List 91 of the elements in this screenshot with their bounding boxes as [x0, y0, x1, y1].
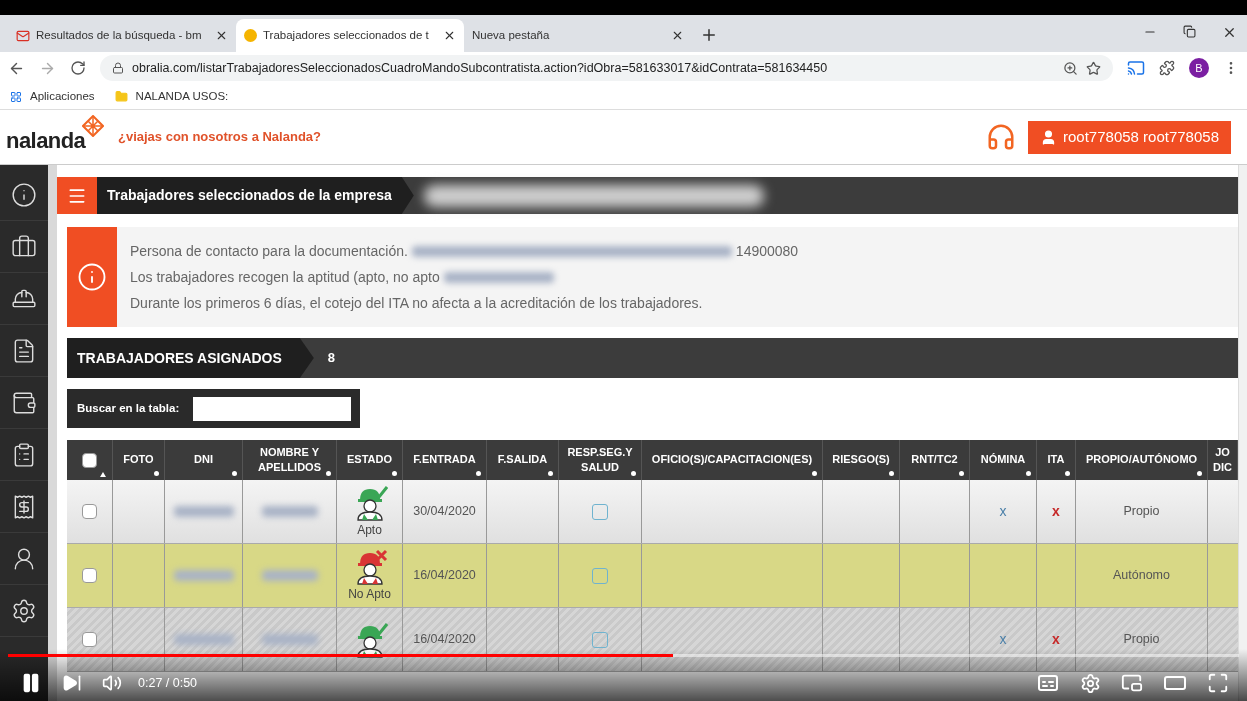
close-icon[interactable] — [215, 29, 228, 42]
entry-date: 16/04/2020 — [413, 631, 476, 649]
sort-icon[interactable] — [1197, 471, 1202, 476]
browser-tab[interactable]: Nueva pestaña — [464, 19, 692, 52]
redacted-text — [261, 570, 318, 581]
ita-mark: x — [1052, 630, 1060, 649]
profile-avatar[interactable]: B — [1189, 58, 1209, 78]
safety-checkbox[interactable] — [592, 631, 608, 648]
logo-text: nalanda — [6, 127, 86, 155]
fullscreen-icon[interactable] — [1207, 672, 1229, 694]
bookmark-star-icon[interactable] — [1086, 60, 1101, 76]
search-label: Buscar en la tabla: — [77, 400, 180, 416]
lock-icon — [112, 62, 124, 74]
sort-icon[interactable] — [959, 471, 964, 476]
page-title: Trabajadores seleccionados de la empresa — [107, 186, 392, 205]
bookmark-item[interactable]: NALANDA USOS: — [114, 87, 229, 106]
payroll-mark: x — [999, 502, 1007, 521]
sort-icon[interactable] — [1065, 471, 1070, 476]
redacted-text — [173, 506, 234, 517]
row-checkbox[interactable] — [82, 568, 97, 583]
extensions-icon[interactable] — [1159, 60, 1175, 76]
reload-icon[interactable] — [70, 60, 86, 76]
table-row[interactable]: Apto 30/04/2020 x x Propio — [67, 480, 1238, 544]
settings-icon[interactable] — [1080, 672, 1101, 694]
row-checkbox[interactable] — [82, 504, 97, 519]
miniplayer-icon[interactable] — [1121, 672, 1143, 694]
site-icon — [244, 29, 257, 42]
entry-date: 30/04/2020 — [413, 503, 476, 521]
apps-icon — [10, 90, 22, 103]
new-tab-icon[interactable] — [700, 26, 718, 44]
browser-tab[interactable]: Resultados de la búsqueda - bm — [8, 19, 236, 52]
scrollbar[interactable] — [1238, 165, 1247, 701]
status-label: No Apto — [348, 585, 391, 603]
redacted-text — [173, 634, 234, 645]
address-bar[interactable]: obralia.com/listarTrabajadoresSeleccionadosCuadroMandoSubcontratista.action?idObra=581633017&idContrata=581634450 — [100, 55, 1113, 81]
sort-icon[interactable] — [232, 471, 237, 476]
row-checkbox[interactable] — [82, 632, 97, 647]
info-text: Los trabajadores recogen la aptitud (apto, no apto — [130, 267, 440, 287]
sort-icon[interactable] — [631, 471, 636, 476]
info-text: Persona de contacto para la documentación. — [130, 241, 408, 261]
redacted-text — [261, 634, 318, 645]
redacted-text — [261, 506, 318, 517]
sort-icon[interactable] — [889, 471, 894, 476]
redacted-text — [173, 570, 234, 581]
info-text: Durante los primeros 6 días, el cotejo del ITA no afecta a la acreditación de los trabajadores. — [130, 293, 703, 313]
headset-icon[interactable] — [986, 122, 1016, 152]
browser-tab[interactable]: Trabajadores seleccionados de t — [236, 19, 464, 52]
info-icon — [77, 262, 107, 292]
sort-icon[interactable] — [326, 471, 331, 476]
mail-icon — [16, 28, 30, 43]
status-label: Apto — [357, 521, 382, 539]
sort-icon[interactable] — [392, 471, 397, 476]
sort-icon[interactable] — [154, 471, 159, 476]
entry-date: 16/04/2020 — [413, 567, 476, 585]
next-icon[interactable] — [62, 673, 82, 693]
sort-icon[interactable] — [100, 472, 106, 477]
volume-icon[interactable] — [102, 673, 122, 693]
user-icon — [1040, 128, 1057, 146]
select-all-checkbox[interactable] — [82, 452, 97, 468]
restore-icon[interactable] — [1183, 25, 1196, 38]
settings-icon[interactable] — [11, 597, 37, 624]
close-icon[interactable] — [671, 29, 684, 42]
video-time: 0:27 / 0:50 — [138, 674, 198, 692]
worker-type: Propio — [1123, 631, 1160, 649]
tagline: ¿viajas con nosotros a Nalanda? — [118, 128, 321, 147]
user-button[interactable]: root778058 root778058 — [1028, 120, 1231, 154]
table-row[interactable]: No Apto 16/04/2020 Autónomo — [67, 544, 1238, 608]
worker-type: Autónomo — [1113, 567, 1170, 585]
safety-checkbox[interactable] — [592, 567, 608, 584]
search-field[interactable] — [193, 396, 352, 421]
info-icon[interactable] — [11, 181, 37, 208]
info-text: 14900080 — [735, 241, 799, 261]
sort-icon[interactable] — [548, 471, 553, 476]
menu-button[interactable] — [57, 177, 97, 214]
zoom-icon[interactable] — [1063, 60, 1078, 76]
section-title: TRABAJADORES ASIGNADOS — [77, 348, 282, 368]
worker-type: Propio — [1123, 503, 1160, 521]
bookmark-item[interactable]: Aplicaciones — [10, 87, 95, 106]
folder-icon — [114, 90, 128, 103]
sort-icon[interactable] — [812, 471, 817, 476]
cast-icon[interactable] — [1127, 59, 1145, 77]
safety-checkbox[interactable] — [592, 503, 608, 520]
table-row[interactable]: 16/04/2020 x x Propio — [67, 608, 1238, 672]
sort-icon[interactable] — [1026, 471, 1031, 476]
close-window-icon[interactable] — [1222, 25, 1237, 40]
sort-icon[interactable] — [476, 471, 481, 476]
ita-mark: x — [1052, 502, 1060, 521]
payroll-mark: x — [999, 630, 1007, 649]
worker-count: 8 — [327, 349, 336, 368]
close-icon[interactable] — [443, 29, 456, 42]
url-text: obralia.com/listarTrabajadoresSeleccionadosCuadroMandoSubcontratista.action?idObra=581633017&idContrata=581634450 — [132, 59, 829, 77]
